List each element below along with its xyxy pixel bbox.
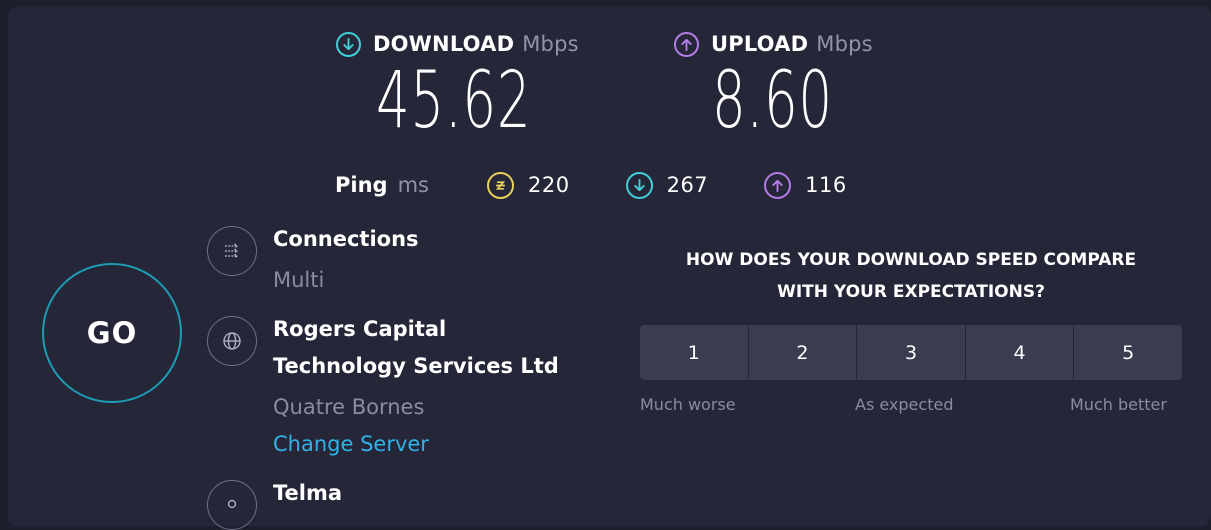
ping-row: Ping ms 220 267 116 — [335, 170, 903, 200]
survey-question-line2: WITH YOUR EXPECTATIONS? — [777, 282, 1045, 302]
rating-option-5[interactable]: 5 — [1074, 325, 1182, 380]
isp-name: Telma — [273, 481, 343, 505]
ping-label: Ping — [335, 173, 388, 197]
download-arrow-icon — [336, 31, 361, 57]
change-server-link[interactable]: Change Server — [273, 432, 429, 456]
download-unit: Mbps — [522, 32, 579, 56]
upload-unit: Mbps — [816, 32, 873, 56]
rating-scale: 1 2 3 4 5 — [640, 325, 1182, 380]
idle-ping-icon — [486, 171, 514, 199]
ping-download-value: 267 — [666, 173, 709, 197]
connections-value: Multi — [273, 268, 325, 292]
connections-icon — [207, 226, 257, 276]
scale-low-label: Much worse — [640, 395, 736, 414]
download-label: DOWNLOAD — [373, 32, 515, 56]
server-name-line1: Rogers Capital — [273, 317, 447, 341]
ping-idle-value: 220 — [527, 173, 570, 197]
server-name-line2: Technology Services Ltd — [273, 354, 559, 378]
user-icon — [207, 480, 257, 530]
ping-upload: 116 — [764, 171, 847, 199]
go-button[interactable]: GO — [42, 263, 182, 403]
ping-unit: ms — [397, 173, 429, 197]
download-value: 45.62 — [376, 56, 532, 146]
ping-download: 267 — [625, 171, 709, 199]
scale-mid-label: As expected — [855, 395, 954, 414]
server-location: Quatre Bornes — [273, 395, 425, 419]
scale-high-label: Much better — [1070, 395, 1167, 414]
upload-label: UPLOAD — [711, 32, 809, 56]
ping-upload-value: 116 — [805, 173, 847, 197]
rating-option-4[interactable]: 4 — [965, 325, 1075, 380]
survey-question: HOW DOES YOUR DOWNLOAD SPEED COMPARE WIT… — [650, 244, 1172, 308]
upload-header: UPLOAD Mbps — [674, 31, 873, 57]
upload-ping-icon — [764, 171, 792, 199]
connections-title: Connections — [273, 227, 419, 251]
ping-idle: 220 — [486, 171, 570, 199]
download-ping-icon — [625, 171, 653, 199]
download-header: DOWNLOAD Mbps — [336, 31, 579, 57]
rating-option-2[interactable]: 2 — [748, 325, 858, 380]
survey-question-line1: HOW DOES YOUR DOWNLOAD SPEED COMPARE — [685, 250, 1137, 270]
upload-arrow-icon — [674, 31, 699, 57]
rating-option-3[interactable]: 3 — [857, 325, 966, 380]
globe-icon — [207, 316, 257, 366]
upload-value: 8.60 — [712, 56, 833, 146]
rating-option-1[interactable]: 1 — [640, 325, 749, 380]
